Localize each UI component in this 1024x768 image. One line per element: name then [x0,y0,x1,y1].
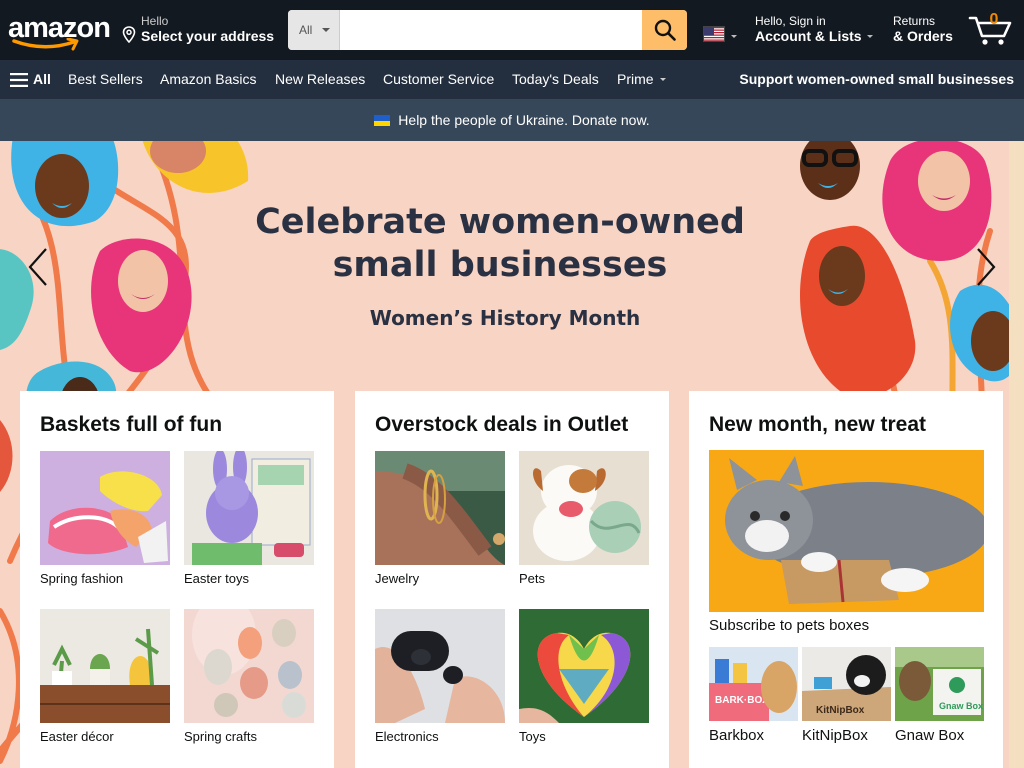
tile-toys[interactable]: Toys [519,609,649,744]
hero-headline[interactable]: Celebrate women-owned small businesses [230,201,770,287]
promo-link-women-owned[interactable]: Support women-owned small businesses [739,71,1014,87]
search-category-dropdown[interactable]: All [288,10,340,50]
barkbox-image: BARK·BOX [709,647,798,721]
nav-link-prime[interactable]: Prime [617,71,666,87]
card-title[interactable]: Baskets full of fun [40,411,314,439]
hero-headline-line2: small businesses [332,245,668,285]
smile-arrow-icon [12,38,79,51]
ukraine-banner-text: Help the people of Ukraine. Donate now. [398,112,650,128]
ukraine-donation-banner[interactable]: Help the people of Ukraine. Donate now. [0,99,1024,141]
tile-spring-fashion[interactable]: Spring fashion [40,451,170,586]
card-new-month-new-treat: New month, new treat Subscribe to pets b… [689,391,1003,768]
returns-label: Returns [893,14,936,28]
gnaw-box-brand-text: Gnaw Box [939,701,983,711]
kitnipbox-image: KitNipBox [802,647,891,721]
tile-caption: Spring fashion [40,571,124,586]
amazon-logo[interactable]: amazon [8,10,111,51]
all-departments-menu[interactable]: All [10,71,51,87]
tile-caption: Gnaw Box [895,727,965,744]
chevron-down-icon [731,35,737,38]
search-category-label: All [299,23,313,37]
hero-headline-line1: Celebrate women-owned [255,202,745,242]
address-label: Select your address [141,28,275,44]
location-pin-icon [122,26,136,43]
tile-caption: Easter toys [184,571,250,586]
tile-pets[interactable]: Pets [519,451,649,586]
returns-and-orders-link[interactable]: Returns & Orders [893,14,963,48]
tile-kitnipbox[interactable]: KitNipBox KitNipBox [802,647,891,744]
carousel-previous-button[interactable] [22,245,52,289]
chevron-left-icon [28,248,47,286]
tile-caption: Spring crafts [184,729,257,744]
electronics-image [375,609,505,723]
carousel-next-button[interactable] [972,245,1002,289]
delivery-address-selector[interactable]: Hello Select your address [122,14,282,48]
nav-link-new-releases[interactable]: New Releases [275,71,365,87]
tile-caption: Electronics [375,729,439,744]
jewelry-image [375,451,505,565]
easter-toys-image [184,451,314,565]
tile-barkbox[interactable]: BARK·BOX Barkbox [709,647,798,744]
pets-image [519,451,649,565]
tile-electronics[interactable]: Electronics [375,609,505,744]
tile-spring-crafts[interactable]: Spring crafts [184,609,314,744]
pets-boxes-caption[interactable]: Subscribe to pets boxes [709,617,869,634]
ukraine-flag-icon [374,115,391,126]
card-baskets-full-of-fun: Baskets full of fun Spring fashion Easte… [20,391,334,768]
tile-caption: KitNipBox [802,727,868,744]
sign-in-greeting: Hello, Sign in [755,14,826,28]
search-icon [654,19,676,41]
gnaw-box-image: Gnaw Box [895,647,984,721]
account-lists-label: Account & Lists [755,28,862,44]
tile-easter-decor[interactable]: Easter décor [40,609,170,744]
top-navigation-bar: amazon Hello Select your address All Hel… [0,0,1024,60]
card-title[interactable]: Overstock deals in Outlet [375,411,649,439]
search-bar: All [288,10,687,50]
tile-caption: Easter décor [40,729,114,744]
chevron-right-icon [977,248,996,286]
barkbox-brand-text: BARK·BOX [715,695,769,706]
nav-link-todays-deals[interactable]: Today's Deals [512,71,599,87]
orders-label: & Orders [893,28,953,44]
tile-caption: Toys [519,729,546,744]
hamburger-menu-icon [10,73,28,87]
cart-button[interactable]: 0 [968,8,1016,48]
nav-link-amazon-basics[interactable]: Amazon Basics [160,71,256,87]
search-button[interactable] [642,10,687,50]
tile-caption: Barkbox [709,727,765,744]
chevron-down-icon [322,28,330,32]
toys-image [519,609,649,723]
prime-label: Prime [617,71,654,87]
account-and-lists-menu[interactable]: Hello, Sign in Account & Lists [755,14,883,48]
secondary-navigation-bar: All Best Sellers Amazon Basics New Relea… [0,60,1024,99]
hero-subheadline: Women’s History Month [369,306,641,330]
card-title[interactable]: New month, new treat [709,411,983,439]
tile-caption: Jewelry [375,571,420,586]
tile-gnaw-box[interactable]: Gnaw Box Gnaw Box [895,647,984,744]
nav-link-customer-service[interactable]: Customer Service [383,71,494,87]
card-overstock-deals: Overstock deals in Outlet Jewelry Pets E… [355,391,669,768]
spring-crafts-image [184,609,314,723]
address-greeting: Hello [141,14,169,28]
tile-caption: Pets [519,571,546,586]
chevron-down-icon [867,35,873,38]
easter-decor-image [40,609,170,723]
tile-easter-toys[interactable]: Easter toys [184,451,314,586]
cart-count: 0 [989,11,999,28]
us-flag-icon [703,26,725,42]
chevron-down-icon [659,78,666,81]
all-label: All [33,71,51,87]
kitnipbox-brand-text: KitNipBox [816,705,865,716]
search-input[interactable] [340,10,642,50]
next-slide-peek [1009,141,1024,768]
cat-with-gift-image[interactable] [709,450,984,612]
nav-link-best-sellers[interactable]: Best Sellers [68,71,143,87]
language-selector[interactable] [703,26,743,42]
tile-jewelry[interactable]: Jewelry [375,451,505,586]
spring-fashion-image [40,451,170,565]
